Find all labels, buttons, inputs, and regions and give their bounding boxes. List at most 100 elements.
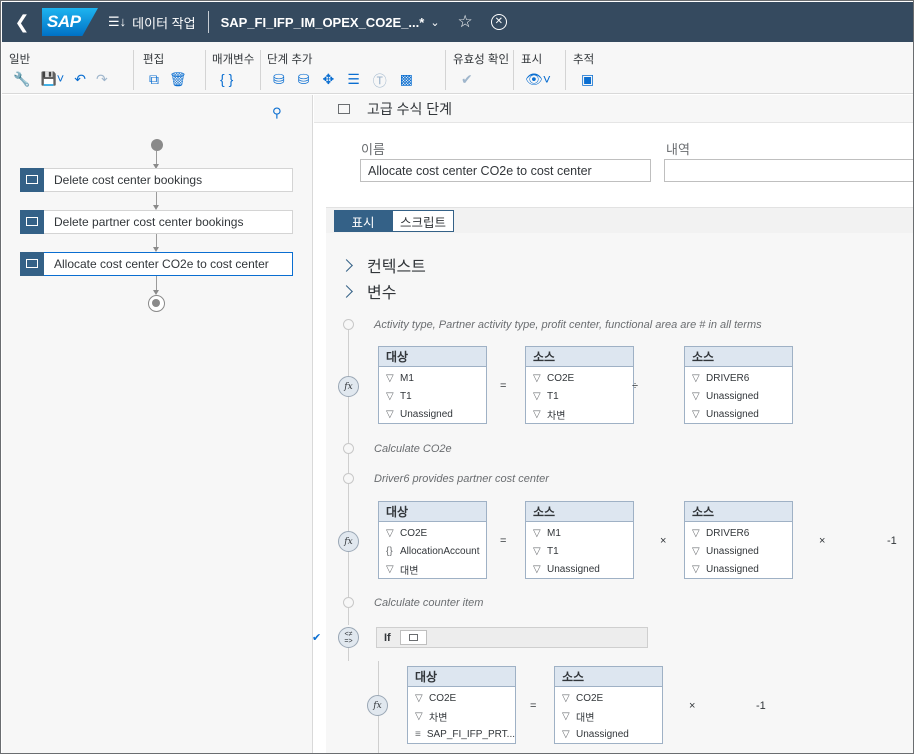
fx-icon[interactable]: fx bbox=[338, 531, 359, 552]
script-condition-icon[interactable] bbox=[399, 630, 427, 645]
back-icon[interactable]: ❮ bbox=[2, 2, 42, 42]
name-label: 이름 bbox=[361, 142, 385, 157]
source-card[interactable]: 소스 ▽ CO2E ▽ 대변 ▽ Unassigned bbox=[554, 666, 663, 744]
delete-icon[interactable]: 🗑 bbox=[169, 71, 187, 88]
comment-text: Calculate counter item bbox=[374, 597, 484, 609]
timeline-line bbox=[348, 647, 349, 661]
undo-icon[interactable]: ↶ bbox=[74, 71, 86, 88]
card-title: 대상 bbox=[408, 667, 515, 687]
flow-step-3[interactable]: Allocate cost center CO2e to cost center bbox=[20, 251, 293, 276]
constant-value: -1 bbox=[887, 535, 897, 547]
context-expander[interactable]: 컨텍스트 bbox=[340, 253, 426, 277]
filter-icon: ▽ bbox=[692, 545, 700, 557]
view-tabbar: 표시 스크립트 bbox=[326, 207, 913, 233]
fx-icon[interactable]: fx bbox=[367, 695, 388, 716]
card-title: 대상 bbox=[379, 502, 486, 522]
card-value: M1 bbox=[400, 372, 414, 384]
sort-step-icon[interactable]: ☰ bbox=[347, 71, 360, 91]
wrench-icon[interactable]: 🔧 bbox=[13, 71, 30, 88]
document-title[interactable]: SAP_FI_IFP_IM_OPEX_CO2E_...* bbox=[221, 15, 425, 30]
data-action-icon: ☰↓ bbox=[108, 14, 127, 29]
target-card[interactable]: 대상 ▽ CO2E ▽ 차변 ≡ SAP_FI_IFP_PRT... bbox=[407, 666, 516, 744]
source-card[interactable]: 소스 ▽ DRIVER6 ▽ Unassigned ▽ Unassigned bbox=[684, 501, 793, 579]
redo-icon[interactable]: ↷ bbox=[96, 71, 108, 88]
star-icon[interactable]: ☆ bbox=[458, 12, 473, 32]
card-value: CO2E bbox=[547, 372, 575, 384]
if-label: If bbox=[384, 631, 391, 644]
card-value: T1 bbox=[547, 390, 559, 402]
filter-icon: ▽ bbox=[415, 692, 423, 704]
detail-header: 고급 수식 단계 bbox=[314, 95, 913, 123]
card-title: 대상 bbox=[379, 347, 486, 367]
database-step-icon[interactable]: ⛁ bbox=[273, 71, 285, 91]
card-title: 소스 bbox=[685, 347, 792, 367]
card-value: T1 bbox=[400, 390, 412, 402]
view-icon[interactable]: 👁˅ bbox=[525, 71, 551, 88]
target-card[interactable]: 대상 ▽ M1 ▽ T1 ▽ Unassigned bbox=[378, 346, 487, 424]
step-detail-panel: 고급 수식 단계 이름 Allocate cost center CO2e to… bbox=[314, 95, 913, 753]
divider bbox=[133, 50, 134, 90]
move-icon[interactable]: ✥ bbox=[322, 71, 334, 91]
card-value: M1 bbox=[547, 527, 561, 539]
filter-icon: ▽ bbox=[533, 408, 541, 420]
filter-icon: ▽ bbox=[415, 710, 423, 722]
toolbar: 일반 🔧 💾˅ ↶ ↷ 편집 ⧉ 🗑 매개변수 { } 단계 추가 ⛁ ⛁ ✥ … bbox=[2, 42, 913, 94]
step-flow-panel: ⚲ Delete cost center bookings Delete par… bbox=[2, 95, 313, 753]
sap-logo[interactable]: SAP bbox=[42, 8, 98, 36]
card-value: DRIVER6 bbox=[706, 527, 750, 539]
close-icon[interactable]: ✕ bbox=[490, 14, 507, 30]
card-value: SAP_FI_IFP_PRT... bbox=[426, 728, 515, 740]
currency-icon[interactable]: Ⓣ bbox=[373, 71, 387, 91]
script-step-icon[interactable]: ▩ bbox=[400, 71, 413, 91]
search-icon[interactable]: ⚲ bbox=[272, 105, 282, 121]
card-value: T1 bbox=[547, 545, 559, 557]
filter-icon: ▽ bbox=[386, 563, 394, 575]
condition-icon[interactable]: <≠ => bbox=[338, 627, 359, 648]
card-value: CO2E bbox=[400, 527, 428, 539]
description-field[interactable] bbox=[664, 159, 913, 182]
filter-clock-icon: ▽ bbox=[386, 372, 394, 384]
if-condition-bar[interactable]: If bbox=[376, 627, 648, 648]
flow-step-2[interactable]: Delete partner cost center bookings bbox=[20, 209, 293, 234]
card-value: 차변 bbox=[547, 410, 566, 422]
card-value: Unassigned bbox=[706, 390, 759, 402]
tab-script[interactable]: 스크립트 bbox=[392, 210, 454, 232]
chevron-down-icon[interactable]: ⌄ bbox=[430, 16, 439, 29]
card-value: Unassigned bbox=[576, 728, 629, 740]
filter-icon: ▽ bbox=[386, 408, 394, 420]
variables-expander[interactable]: 변수 bbox=[340, 279, 396, 303]
app-name: 데이터 작업 bbox=[132, 15, 196, 31]
save-icon[interactable]: 💾˅ bbox=[40, 71, 64, 88]
formula-canvas: 컨텍스트 변수 Activity type, Partner activity … bbox=[326, 233, 913, 753]
divider bbox=[445, 50, 446, 90]
flow-start-node bbox=[151, 139, 163, 151]
toolbar-group-label: 단계 추가 bbox=[267, 54, 313, 66]
database-icon[interactable]: ⛁ bbox=[298, 71, 310, 91]
source-card[interactable]: 소스 ▽ DRIVER6 ▽ Unassigned ▽ Unassigned bbox=[684, 346, 793, 424]
source-card[interactable]: 소스 ▽ CO2E ▽ T1 ▽ 차변 bbox=[525, 346, 634, 424]
script-step-icon bbox=[20, 209, 44, 234]
filter-icon: ▽ bbox=[692, 372, 700, 384]
filter-icon: ▽ bbox=[692, 390, 700, 402]
script-step-icon bbox=[20, 251, 44, 276]
braces-icon[interactable]: { } bbox=[220, 71, 233, 87]
chevron-right-icon bbox=[340, 258, 353, 272]
target-card[interactable]: 대상 ▽ CO2E {} AllocationAccount ▽ 대변 bbox=[378, 501, 487, 579]
flow-step-1[interactable]: Delete cost center bookings bbox=[20, 167, 293, 192]
filter-icon: ▽ bbox=[562, 692, 570, 704]
fx-icon[interactable]: fx bbox=[338, 376, 359, 397]
flow-step-label: Allocate cost center CO2e to cost center bbox=[54, 257, 269, 271]
toolbar-group-label: 표시 bbox=[521, 54, 543, 66]
trace-icon[interactable]: ▣ bbox=[581, 71, 594, 88]
app-window: ❮ SAP ☰↓ 데이터 작업 SAP_FI_IFP_IM_OPEX_CO2E_… bbox=[0, 0, 914, 754]
card-value: 대변 bbox=[576, 712, 595, 724]
card-value: Unassigned bbox=[400, 408, 453, 420]
card-value: CO2E bbox=[429, 692, 457, 704]
card-value: Unassigned bbox=[706, 408, 759, 420]
name-field[interactable]: Allocate cost center CO2e to cost center bbox=[360, 159, 651, 182]
filter-icon: ▽ bbox=[692, 563, 700, 575]
tab-display[interactable]: 표시 bbox=[334, 210, 392, 232]
validate-icon[interactable]: ✔ bbox=[461, 71, 473, 88]
source-card[interactable]: 소스 ▽ M1 ▽ T1 ▽ Unassigned bbox=[525, 501, 634, 579]
copy-icon[interactable]: ⧉ bbox=[149, 71, 159, 88]
